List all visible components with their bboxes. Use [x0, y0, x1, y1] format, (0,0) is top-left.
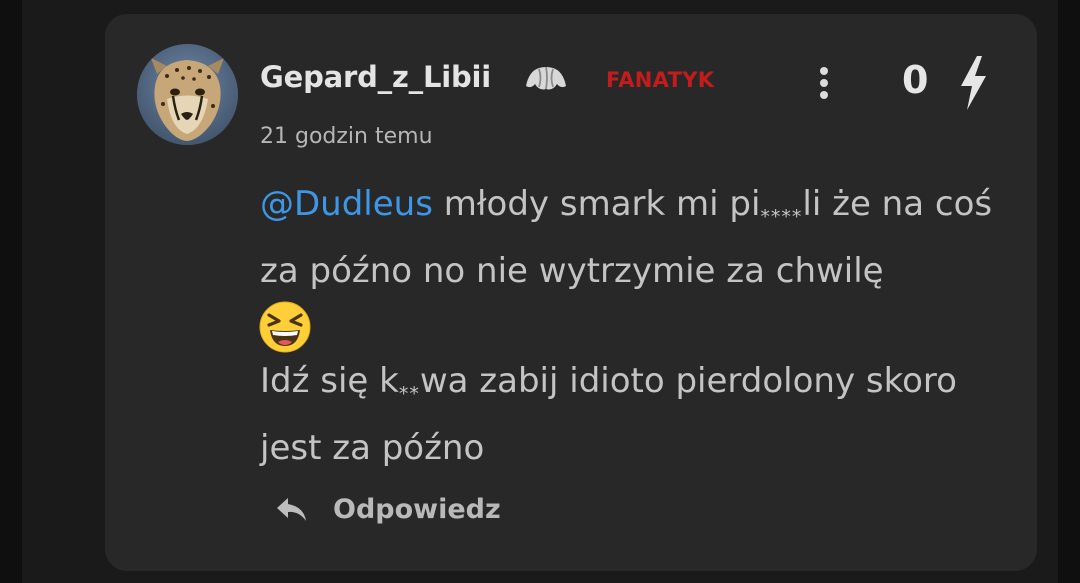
censored-stars: **** [760, 206, 803, 228]
reply-button[interactable]: Odpowiedz [275, 489, 501, 529]
croissant-icon [526, 66, 566, 90]
censored-stars: ** [398, 383, 420, 405]
right-edge [1058, 0, 1080, 583]
left-edge [0, 0, 22, 583]
comment-paragraph-1: @Dudleus młody smark mi pi****li że na c… [260, 177, 1005, 298]
comment-timestamp: 21 godzin temu [260, 124, 433, 149]
username[interactable]: Gepard_z_Libii [260, 60, 491, 94]
comment-card: Gepard_z_Libii FANATYK 0 21 godzin temu … [105, 14, 1037, 571]
more-vertical-icon [820, 67, 828, 75]
more-vertical-icon-dot [820, 91, 828, 99]
comment-body: @Dudleus młody smark mi pi****li że na c… [259, 177, 1005, 475]
reply-arrow-icon [277, 498, 306, 521]
user-mention-link[interactable]: @Dudleus [260, 184, 433, 224]
more-options-button[interactable] [810, 63, 838, 103]
reply-label: Odpowiedz [333, 493, 501, 525]
avatar[interactable] [137, 44, 238, 145]
comment-paragraph-2: Idź się k**wa zabij idioto pierdolony sk… [260, 354, 1005, 475]
lightning-bolt-icon[interactable] [955, 54, 991, 112]
vote-score: 0 [902, 58, 929, 102]
more-vertical-icon-dot [820, 79, 828, 87]
user-rank-badge: FANATYK [606, 68, 715, 92]
grinning-squinting-face-emoji [259, 301, 311, 353]
comment-text: młody smark mi pi [432, 184, 761, 224]
comment-text: Idź się k [260, 361, 399, 401]
